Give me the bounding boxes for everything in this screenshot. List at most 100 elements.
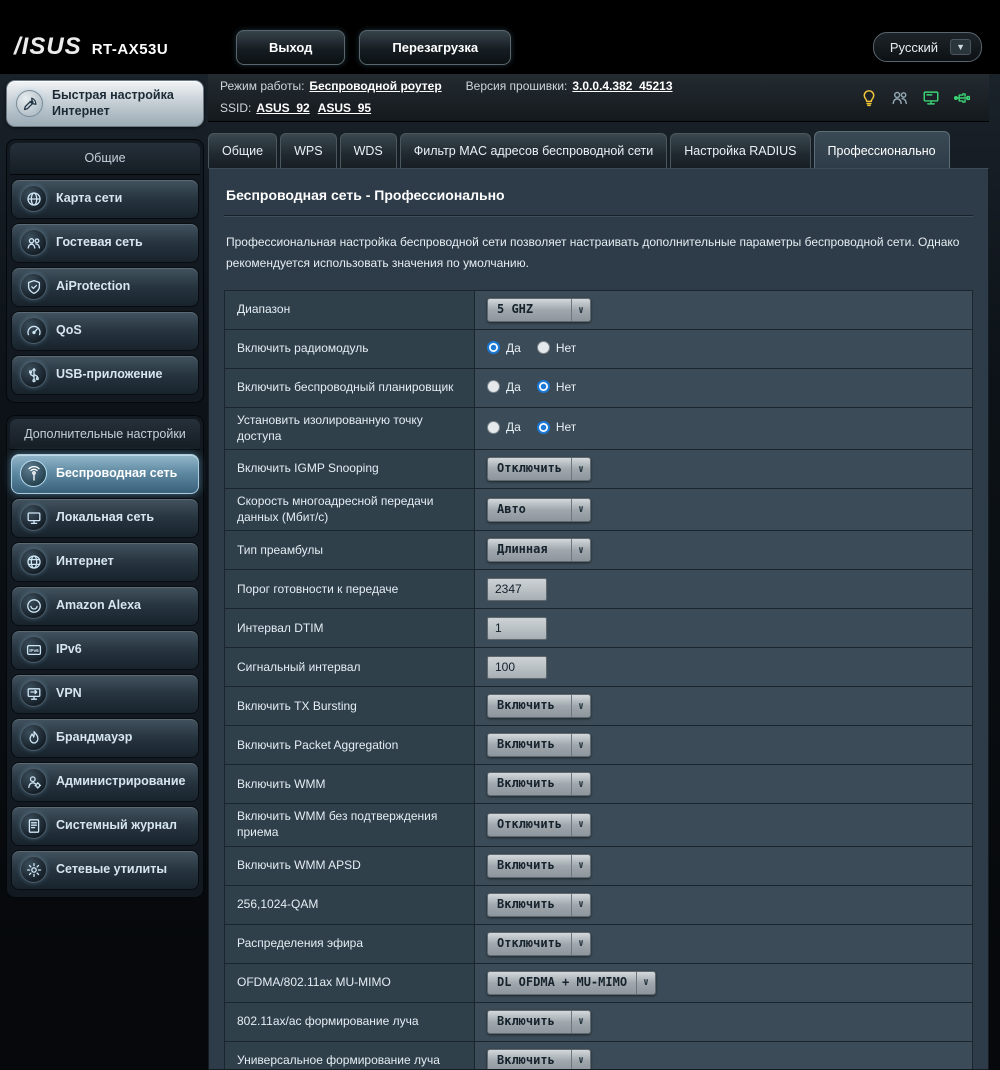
sidebar-item-guest-network[interactable]: Гостевая сеть xyxy=(11,222,199,263)
tab-general[interactable]: Общие xyxy=(208,133,278,168)
sidebar-item-network-tools[interactable]: Сетевые утилиты xyxy=(11,849,199,890)
lan-icon xyxy=(20,504,47,532)
language-selector[interactable]: Русский ▼ xyxy=(872,32,982,62)
wireless-scheduler-radio-no[interactable]: Нет xyxy=(536,380,576,394)
sidebar-item-label: Карта сети xyxy=(56,191,123,205)
qam-select[interactable]: Включить ∨ xyxy=(487,892,591,917)
packet-aggregation-select[interactable]: Включить ∨ xyxy=(487,733,591,758)
sidebar-item-firewall[interactable]: Брандмауэр xyxy=(11,717,199,758)
sidebar-item-alexa[interactable]: Amazon Alexa xyxy=(11,585,199,626)
wmm-select[interactable]: Включить ∨ xyxy=(487,772,591,797)
setting-label: Распределения эфира xyxy=(224,923,475,964)
selected-value: Включить xyxy=(497,776,555,791)
tab-mac-filter[interactable]: Фильтр MAC адресов беспроводной сети xyxy=(399,133,668,168)
setting-label: Тип преамбулы xyxy=(224,530,475,571)
sidebar-item-network-map[interactable]: Карта сети xyxy=(11,178,199,219)
selected-value: DL OFDMA + MU-MIMO xyxy=(497,974,628,989)
multicast-rate-select[interactable]: Авто ∨ xyxy=(487,497,591,522)
chevron-down-icon: ∨ xyxy=(570,734,590,757)
setting-row: Порог готовности к передаче xyxy=(224,569,973,610)
sidebar-item-aiprotection[interactable]: AiProtection xyxy=(11,266,199,307)
setting-row: Универсальное формирование луча Включить ∨ xyxy=(224,1040,973,1069)
setting-value-cell: Длинная ∨ xyxy=(474,530,973,571)
shield-icon xyxy=(20,273,47,300)
sidebar-item-wireless[interactable]: Беспроводная сеть xyxy=(11,453,199,494)
tx-bursting-select[interactable]: Включить ∨ xyxy=(487,694,591,719)
sidebar-item-lan[interactable]: Локальная сеть xyxy=(11,497,199,538)
led-bulb-icon[interactable] xyxy=(860,89,878,107)
sidebar-item-ipv6[interactable]: IPv6 IPv6 xyxy=(11,629,199,670)
sidebar-item-administration[interactable]: Администрирование xyxy=(11,761,199,802)
network-map-icon xyxy=(20,185,47,212)
radio-enable-radio-no[interactable]: Нет xyxy=(536,341,576,355)
selected-value: Включить xyxy=(497,896,555,911)
setting-row: Интервал DTIM xyxy=(224,608,973,649)
sidebar-section: Дополнительные настройки Беспроводная сет… xyxy=(6,414,204,898)
sidebar-item-qos[interactable]: QoS xyxy=(11,310,199,351)
band-select[interactable]: 5 GHZ ∨ xyxy=(487,298,591,322)
sidebar-item-wan[interactable]: Интернет xyxy=(11,541,199,582)
setting-label: Включить Packet Aggregation xyxy=(224,725,475,766)
setting-value-cell: 5 GHZ ∨ xyxy=(474,290,973,330)
operation-mode-link[interactable]: Беспроводной роутер xyxy=(309,79,441,93)
setting-value-cell: Да Нет xyxy=(474,406,973,451)
chevron-down-icon: ∨ xyxy=(570,539,590,562)
selected-value: Отключить xyxy=(497,461,563,476)
sidebar-item-label: Системный журнал xyxy=(56,818,177,833)
setting-label: Включить WMM xyxy=(224,764,475,805)
chevron-down-icon: ∨ xyxy=(570,498,590,521)
quick-setup-button[interactable]: Быстрая настройка Интернет xyxy=(6,80,204,128)
beamforming-11ax-select[interactable]: Включить ∨ xyxy=(487,1009,591,1034)
isolated-ap-radio-yes[interactable]: Да xyxy=(487,420,521,434)
setting-label: Сигнальный интервал xyxy=(224,647,475,688)
sidebar-item-label: Интернет xyxy=(56,554,114,569)
radio-enable-radio-yes[interactable]: Да xyxy=(487,341,521,355)
igmp-snooping-select[interactable]: Отключить ∨ xyxy=(487,457,592,482)
tab-professional[interactable]: Профессионально xyxy=(813,131,950,168)
printer-icon[interactable] xyxy=(922,89,940,107)
ofdma-mumimo-select[interactable]: DL OFDMA + MU-MIMO ∨ xyxy=(487,970,657,995)
setting-row: OFDMA/802.11ax MU-MIMO DL OFDMA + MU-MIMO… xyxy=(224,962,973,1003)
sidebar-item-vpn[interactable]: VPN xyxy=(11,673,199,714)
chevron-down-icon: ∨ xyxy=(636,971,655,994)
sidebar-item-system-log[interactable]: Системный журнал xyxy=(11,805,199,846)
wireless-scheduler-radio-yes[interactable]: Да xyxy=(487,380,521,394)
wmm-apsd-select[interactable]: Включить ∨ xyxy=(487,853,591,878)
wan-icon xyxy=(20,548,47,576)
selected-value: Включить xyxy=(497,1013,555,1028)
beacon-interval-input[interactable] xyxy=(487,655,547,679)
setting-row: Сигнальный интервал xyxy=(224,647,973,688)
setting-row: Включить WMM без подтверждения приема Отк… xyxy=(224,803,973,847)
sidebar-item-label: IPv6 xyxy=(56,642,82,657)
setting-value-cell: Включить ∨ xyxy=(474,1040,973,1069)
ssid-link-2[interactable]: ASUS_95 xyxy=(318,101,371,115)
usb-device-icon[interactable] xyxy=(953,89,971,107)
chevron-down-icon: ∨ xyxy=(570,854,590,877)
setting-value-cell: Отключить ∨ xyxy=(474,923,973,964)
clients-icon[interactable] xyxy=(891,89,909,107)
setting-label: Включить WMM без подтверждения приема xyxy=(224,803,475,847)
quick-setup-label: Быстрая настройка Интернет xyxy=(52,88,174,118)
sidebar-item-usb-app[interactable]: USB-приложение xyxy=(11,354,199,395)
airtime-fairness-select[interactable]: Отключить ∨ xyxy=(487,931,592,956)
logout-button[interactable]: Выход xyxy=(236,29,346,65)
syslog-icon xyxy=(20,812,47,840)
isolated-ap-radio-no[interactable]: Нет xyxy=(536,420,576,434)
chevron-down-icon: ∨ xyxy=(570,299,590,321)
settings-table: Диапазон 5 GHZ ∨ Включить радиомодуль Да Нет В… xyxy=(224,290,973,1069)
firmware-version-link[interactable]: 3.0.0.4.382_45213 xyxy=(572,79,672,93)
rts-threshold-input[interactable] xyxy=(487,577,547,601)
setting-value-cell: Включить ∨ xyxy=(474,764,973,805)
sidebar-item-label: Amazon Alexa xyxy=(56,598,141,613)
tools-icon xyxy=(20,856,47,884)
chevron-down-icon: ▼ xyxy=(950,39,971,55)
ssid-link-1[interactable]: ASUS_92 xyxy=(256,101,309,115)
universal-beamforming-select[interactable]: Включить ∨ xyxy=(487,1048,591,1069)
preamble-type-select[interactable]: Длинная ∨ xyxy=(487,538,591,563)
tab-wds[interactable]: WDS xyxy=(339,133,397,168)
reboot-button[interactable]: Перезагрузка xyxy=(359,29,512,65)
tab-wps[interactable]: WPS xyxy=(280,133,337,168)
dtim-interval-input[interactable] xyxy=(487,616,547,640)
tab-radius[interactable]: Настройка RADIUS xyxy=(670,133,811,168)
wmm-no-ack-select[interactable]: Отключить ∨ xyxy=(487,812,592,837)
